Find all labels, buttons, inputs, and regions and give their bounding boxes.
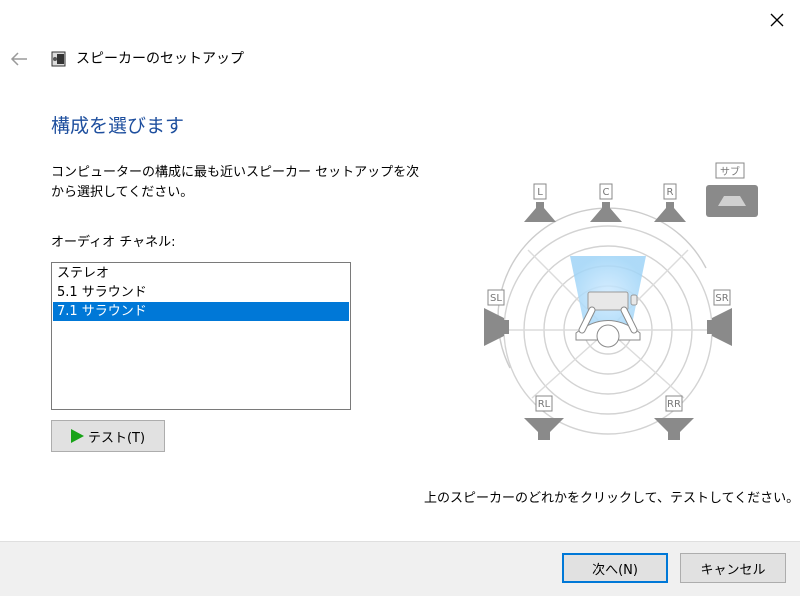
back-arrow-icon: [10, 52, 27, 66]
audio-channel-listbox[interactable]: ステレオ 5.1 サラウンド 7.1 サラウンド: [51, 262, 351, 410]
close-button[interactable]: [762, 6, 792, 34]
speaker-left[interactable]: L: [524, 183, 556, 222]
list-item-5-1-surround[interactable]: 5.1 サラウンド: [53, 283, 349, 302]
test-button-label: テスト(T): [87, 430, 146, 446]
speaker-center[interactable]: C: [590, 183, 622, 222]
speaker-label-rl: RL: [538, 399, 551, 410]
speaker-right[interactable]: R: [654, 183, 686, 222]
window-title: スピーカーのセットアップ: [76, 51, 244, 67]
back-button[interactable]: [8, 48, 30, 70]
speaker-label-rr: RR: [667, 399, 681, 410]
speaker-icon: [51, 51, 66, 67]
next-button[interactable]: 次へ(N): [562, 553, 668, 583]
speaker-label-c: C: [603, 187, 610, 198]
test-button[interactable]: テスト(T): [51, 420, 165, 452]
speaker-rear-left[interactable]: RL: [524, 395, 564, 440]
page-heading: 構成を選びます: [51, 115, 185, 137]
speaker-label-sl: SL: [490, 293, 502, 304]
speaker-label-l: L: [537, 187, 543, 198]
close-icon: [770, 13, 784, 27]
speaker-test-hint: 上のスピーカーのどれかをクリックして、テストしてください。: [424, 491, 800, 506]
speaker-layout-diagram: L C R サブ SL SR RL RR: [484, 162, 758, 440]
list-item-7-1-surround[interactable]: 7.1 サラウンド: [53, 302, 349, 321]
speaker-subwoofer[interactable]: サブ: [706, 162, 758, 217]
speaker-label-r: R: [667, 187, 674, 198]
speaker-rear-right[interactable]: RR: [654, 395, 694, 440]
play-icon: [70, 429, 84, 443]
list-item-stereo[interactable]: ステレオ: [53, 264, 349, 283]
speaker-label-sub: サブ: [720, 165, 740, 178]
cancel-button[interactable]: キャンセル: [680, 553, 786, 583]
audio-channel-label: オーディオ チャネル:: [51, 235, 176, 250]
speaker-label-sr: SR: [715, 293, 728, 304]
page-description: コンピューターの構成に最も近いスピーカー セットアップを次から選択してください。: [51, 165, 420, 200]
